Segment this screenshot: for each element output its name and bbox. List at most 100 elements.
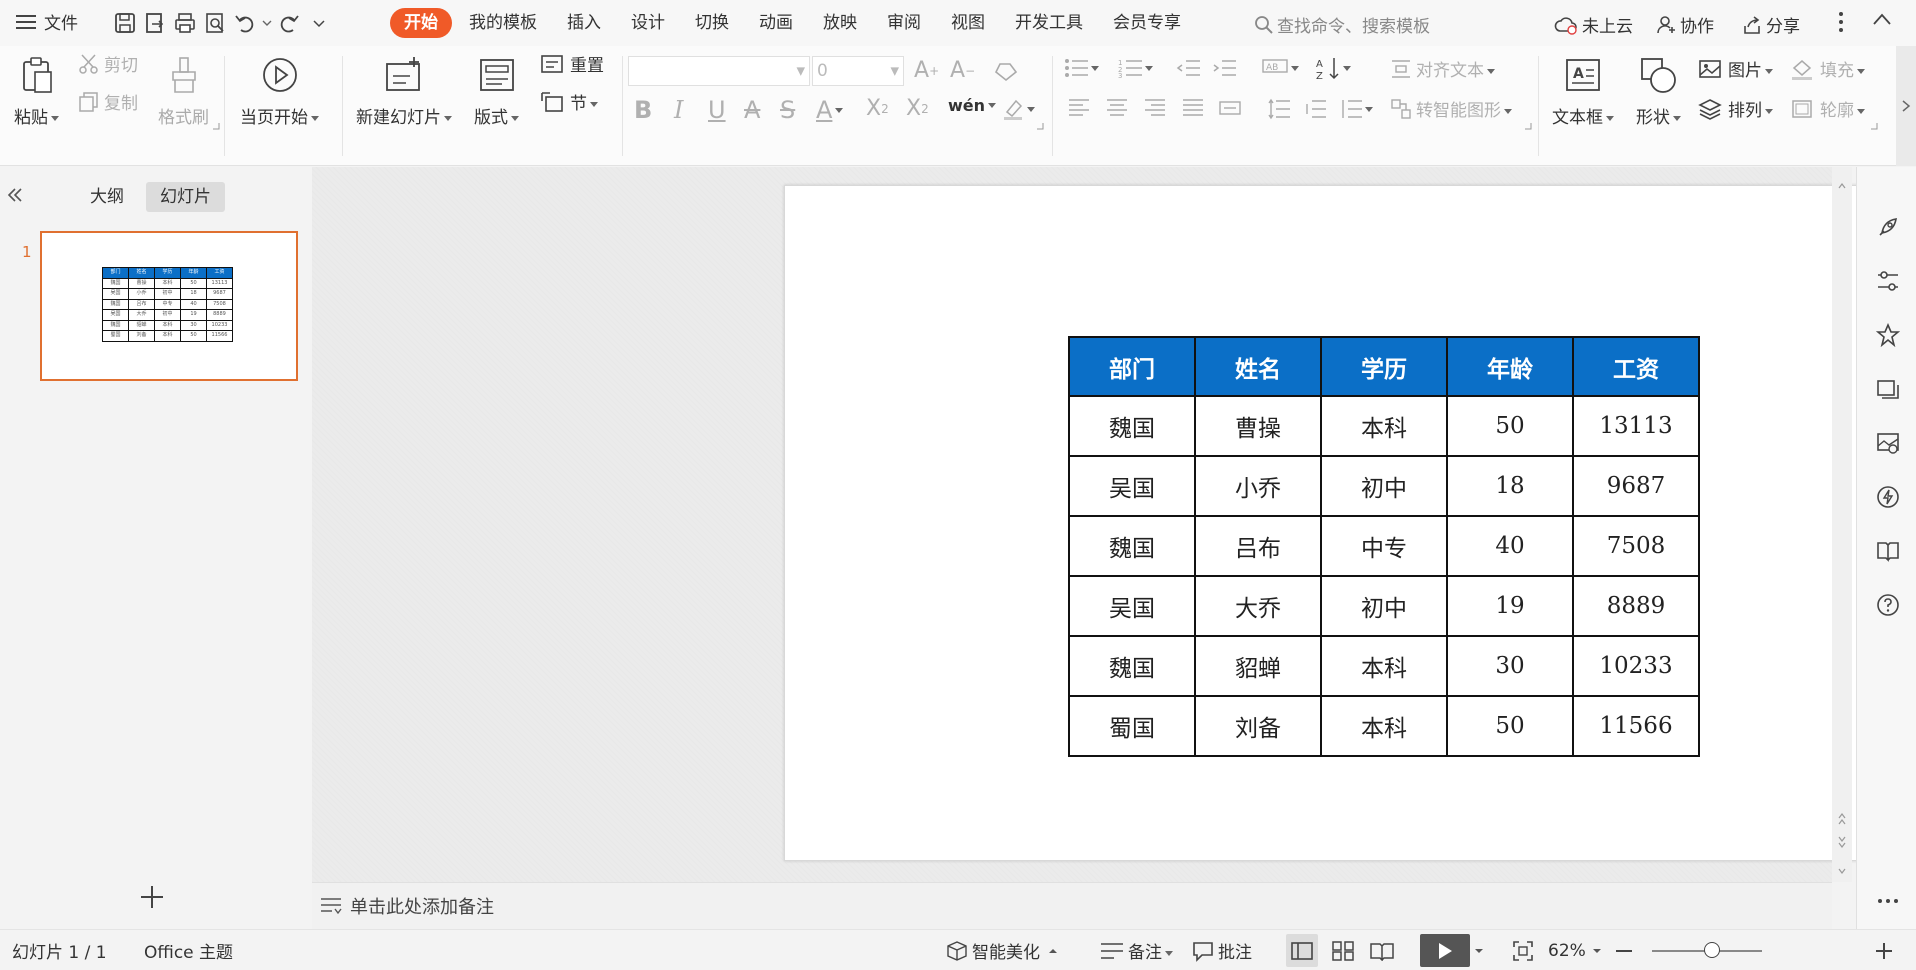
sort-button[interactable]: AZ (1316, 56, 1351, 80)
table-cell[interactable]: 刘备 (1194, 695, 1322, 757)
format-painter-button[interactable]: 格式刷 (158, 56, 209, 128)
print-preview-icon[interactable] (200, 8, 230, 38)
shadow-button[interactable]: S (780, 96, 795, 124)
underline-button[interactable]: U (708, 96, 726, 124)
cut-button[interactable]: 剪切 (78, 51, 138, 76)
table-cell[interactable]: 本科 (1320, 695, 1448, 757)
theme-name[interactable]: Office 主题 (144, 930, 233, 970)
numbering-button[interactable]: 123 (1118, 58, 1153, 78)
header-cell-age[interactable]: 年龄 (1446, 336, 1574, 397)
customize-toolbar-icon[interactable] (304, 8, 334, 38)
zoom-out-button[interactable] (1616, 930, 1632, 970)
tab-member[interactable]: 会员专享 (1100, 8, 1194, 38)
lightning-icon[interactable] (1874, 483, 1902, 511)
zoom-level[interactable]: 62% (1548, 930, 1602, 970)
table-cell[interactable]: 19 (1446, 575, 1574, 637)
table-cell[interactable]: 11566 (1572, 695, 1700, 757)
slideshow-options-icon[interactable] (1474, 930, 1484, 970)
table-cell[interactable]: 吕布 (1194, 515, 1322, 577)
table-cell[interactable]: 18 (1446, 455, 1574, 517)
table-cell[interactable]: 50 (1446, 695, 1574, 757)
file-menu[interactable]: 文件 (16, 9, 78, 34)
table-cell[interactable]: 吴国 (1068, 575, 1196, 637)
zoom-in-button[interactable] (1876, 930, 1892, 970)
fit-to-window-button[interactable] (1512, 930, 1534, 970)
font-color-button[interactable]: A (816, 96, 843, 124)
header-cell-name[interactable]: 姓名 (1194, 336, 1322, 397)
collaborate-button[interactable]: 协作 (1656, 12, 1714, 37)
table-cell[interactable]: 大乔 (1194, 575, 1322, 637)
rocket-icon[interactable] (1874, 213, 1902, 241)
normal-view-button[interactable] (1286, 934, 1318, 967)
star-icon[interactable] (1874, 321, 1902, 349)
ribbon-scroll-right[interactable] (1896, 46, 1916, 166)
bold-button[interactable]: B (634, 96, 652, 124)
distribute-icon[interactable] (1218, 98, 1242, 118)
book-icon[interactable] (1874, 537, 1902, 565)
font-size-select[interactable]: 0 ▾ (812, 56, 904, 86)
table-cell[interactable]: 30 (1446, 635, 1574, 697)
tab-my-templates[interactable]: 我的模板 (456, 8, 550, 38)
table-cell[interactable]: 40 (1446, 515, 1574, 577)
table-cell[interactable]: 貂蝉 (1194, 635, 1322, 697)
paragraph-expand-icon[interactable] (1524, 122, 1532, 130)
paragraph-spacing-icon[interactable] (1304, 98, 1326, 120)
text-direction-button[interactable]: AB (1262, 58, 1299, 78)
table-cell[interactable]: 魏国 (1068, 395, 1196, 457)
share-button[interactable]: 分享 (1742, 12, 1800, 37)
table-cell[interactable]: 曹操 (1194, 395, 1322, 457)
subscript-button[interactable]: X2 (906, 96, 929, 121)
redo-icon[interactable] (274, 8, 304, 38)
table-cell[interactable]: 吴国 (1068, 455, 1196, 517)
print-icon[interactable] (170, 8, 200, 38)
line-spacing-icon[interactable] (1268, 98, 1290, 120)
export-icon[interactable] (140, 8, 170, 38)
table-cell[interactable]: 魏国 (1068, 515, 1196, 577)
tab-outline[interactable]: 大纲 (76, 182, 138, 212)
decrease-font-size-button[interactable]: A − (950, 58, 975, 83)
table-cell[interactable]: 本科 (1320, 395, 1448, 457)
image-ai-icon[interactable] (1874, 429, 1902, 457)
collapse-panel-icon[interactable] (6, 187, 24, 207)
tab-review[interactable]: 审阅 (874, 8, 934, 38)
copy-button[interactable]: 复制 (78, 89, 138, 114)
vertical-scrollbar[interactable] (1832, 167, 1852, 882)
picture-button[interactable]: 图片 (1698, 56, 1773, 81)
align-left-icon[interactable] (1068, 98, 1090, 118)
paste-button[interactable]: 粘贴 (14, 56, 59, 128)
slide-thumbnail[interactable]: 部门 姓名 学历 年龄 工资 魏国 曹操 本科 50 13113 吴国 小乔 初中 18 968… (40, 231, 298, 381)
textbox-button[interactable]: A 文本框 (1552, 56, 1614, 128)
font-group-expand-icon[interactable] (1036, 122, 1044, 130)
arrange-button[interactable]: 排列 (1698, 96, 1773, 121)
slide-sorter-button[interactable] (1332, 930, 1354, 970)
smart-beautify-button[interactable]: 智能美化 (946, 930, 1058, 970)
table-cell[interactable]: 9687 (1572, 455, 1700, 517)
tab-slides[interactable]: 幻灯片 (146, 182, 225, 212)
save-icon[interactable] (110, 8, 140, 38)
table-cell[interactable]: 中专 (1320, 515, 1448, 577)
align-center-icon[interactable] (1106, 98, 1128, 118)
table-cell[interactable]: 本科 (1320, 635, 1448, 697)
table-cell[interactable]: 13113 (1572, 395, 1700, 457)
align-text-button[interactable]: 对齐文本 (1390, 56, 1495, 81)
add-slide-button[interactable] (140, 885, 164, 913)
zoom-slider[interactable] (1652, 930, 1762, 970)
command-search[interactable]: 查找命令、搜索模板 (1254, 12, 1430, 37)
paragraph-settings-icon[interactable] (1340, 98, 1373, 120)
table-cell[interactable]: 初中 (1320, 455, 1448, 517)
more-horizontal-icon[interactable] (1874, 887, 1902, 915)
slide-transition-icon[interactable] (1874, 375, 1902, 403)
tab-transitions[interactable]: 切换 (682, 8, 742, 38)
increase-font-size-button[interactable]: A + (914, 58, 939, 83)
settings-sliders-icon[interactable] (1874, 267, 1902, 295)
header-cell-department[interactable]: 部门 (1068, 336, 1196, 397)
outline-button[interactable]: 轮廓 (1790, 96, 1865, 121)
play-slideshow-button[interactable] (1420, 934, 1470, 967)
highlight-button[interactable] (1002, 98, 1035, 120)
table-cell[interactable]: 7508 (1572, 515, 1700, 577)
layout-button[interactable]: 版式 (474, 56, 519, 128)
data-table[interactable]: 部门 姓名 学历 年龄 工资 魏国 曹操 本科 50 13113 吴国 小乔 初… (1068, 336, 1700, 757)
section-button[interactable]: 节 (540, 89, 598, 114)
tab-insert[interactable]: 插入 (554, 8, 614, 38)
font-family-select[interactable]: ▾ (628, 56, 810, 86)
